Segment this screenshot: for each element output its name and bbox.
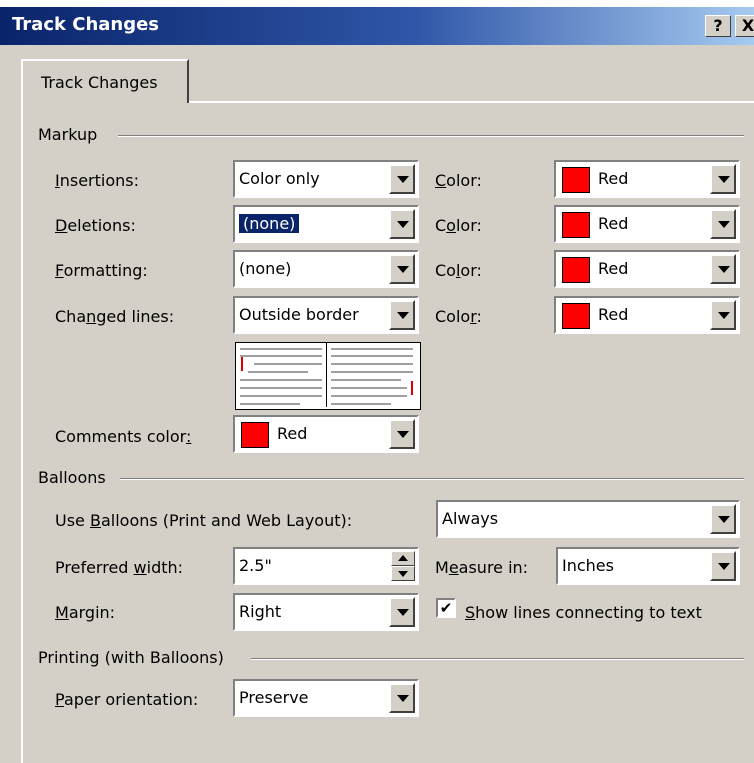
paper-orientation-select[interactable]: Preserve <box>233 679 419 717</box>
insertions-label: Insertions: <box>55 171 139 190</box>
preview-left-page <box>236 343 327 407</box>
deletions-select[interactable]: (none) <box>233 205 419 243</box>
paper-orientation-label: Paper orientation: <box>55 690 199 709</box>
insertions-value: Color only <box>239 169 320 188</box>
close-button[interactable]: X <box>735 15 754 37</box>
chevron-down-icon[interactable] <box>389 300 415 330</box>
chevron-down-icon[interactable] <box>389 419 415 449</box>
changed-lines-color-label: Color: <box>435 307 482 326</box>
show-lines-label[interactable]: Show lines connecting to text <box>465 603 702 622</box>
help-button[interactable]: ? <box>705 15 731 37</box>
preferred-width-value: 2.5" <box>239 556 272 575</box>
chevron-down-icon[interactable] <box>710 164 736 194</box>
preferred-width-spinner[interactable]: 2.5" <box>233 547 419 585</box>
formatting-value: (none) <box>239 259 292 278</box>
balloons-divider <box>120 478 744 480</box>
spin-down-icon[interactable] <box>391 566 415 581</box>
color-swatch <box>562 303 590 329</box>
comments-color-label: Comments color: <box>55 427 192 446</box>
show-lines-checkbox[interactable]: ✔ <box>436 598 456 618</box>
spin-up-icon[interactable] <box>391 551 415 566</box>
formatting-select[interactable]: (none) <box>233 250 419 288</box>
chevron-down-icon[interactable] <box>389 254 415 284</box>
chevron-down-icon[interactable] <box>389 597 415 627</box>
preferred-width-label: Preferred width: <box>55 558 184 577</box>
color-swatch <box>562 167 590 193</box>
margin-value: Right <box>239 602 282 621</box>
paper-orientation-value: Preserve <box>239 688 309 707</box>
window-title: Track Changes <box>12 14 160 35</box>
balloons-heading: Balloons <box>38 468 106 487</box>
formatting-color-label: Color: <box>435 261 482 280</box>
tab-track-changes[interactable]: Track Changes <box>21 59 189 103</box>
chevron-down-icon[interactable] <box>710 254 736 284</box>
formatting-label: Formatting: <box>55 261 148 280</box>
chevron-down-icon[interactable] <box>389 683 415 713</box>
changed-lines-color-select[interactable]: Red <box>554 296 740 334</box>
comments-color-value: Red <box>277 424 308 443</box>
color-swatch <box>562 212 590 238</box>
track-changes-dialog: Track Changes ? X Track Changes Markup I… <box>0 0 754 763</box>
markup-heading: Markup <box>38 125 98 144</box>
measure-in-value: Inches <box>562 556 614 575</box>
use-balloons-select[interactable]: Always <box>436 500 740 538</box>
use-balloons-label: Use Balloons (Print and Web Layout): <box>55 511 353 530</box>
changed-lines-select[interactable]: Outside border <box>233 296 419 334</box>
deletions-label: Deletions: <box>55 216 136 235</box>
chevron-down-icon[interactable] <box>710 209 736 239</box>
insertions-select[interactable]: Color only <box>233 160 419 198</box>
changed-lines-value: Outside border <box>239 305 359 324</box>
spinner-buttons[interactable] <box>391 551 415 581</box>
margin-select[interactable]: Right <box>233 593 419 631</box>
chevron-down-icon[interactable] <box>389 164 415 194</box>
deletions-color-value: Red <box>598 214 629 233</box>
measure-in-label: Measure in: <box>435 558 529 577</box>
printing-divider <box>251 658 744 660</box>
changed-lines-preview <box>235 342 421 410</box>
chevron-down-icon[interactable] <box>710 551 736 581</box>
comments-color-select[interactable]: Red <box>233 415 419 453</box>
printing-heading: Printing (with Balloons) <box>38 648 224 667</box>
insertions-color-value: Red <box>598 169 629 188</box>
deletions-color-select[interactable]: Red <box>554 205 740 243</box>
use-balloons-value: Always <box>442 509 499 528</box>
insertions-color-select[interactable]: Red <box>554 160 740 198</box>
formatting-color-value: Red <box>598 259 629 278</box>
changed-lines-label: Changed lines: <box>55 307 175 326</box>
color-swatch <box>241 422 269 448</box>
deletions-color-label: Color: <box>435 216 482 235</box>
chevron-down-icon[interactable] <box>389 209 415 239</box>
deletions-value: (none) <box>237 213 301 234</box>
chevron-down-icon[interactable] <box>710 504 736 534</box>
markup-divider <box>118 135 744 137</box>
color-swatch <box>562 257 590 283</box>
insertions-color-label: Color: <box>435 171 482 190</box>
formatting-color-select[interactable]: Red <box>554 250 740 288</box>
chevron-down-icon[interactable] <box>710 300 736 330</box>
measure-in-select[interactable]: Inches <box>556 547 740 585</box>
preview-right-page <box>327 343 417 407</box>
changed-lines-color-value: Red <box>598 305 629 324</box>
title-bar[interactable]: Track Changes ? X <box>0 7 754 45</box>
margin-label: Margin: <box>55 603 116 622</box>
